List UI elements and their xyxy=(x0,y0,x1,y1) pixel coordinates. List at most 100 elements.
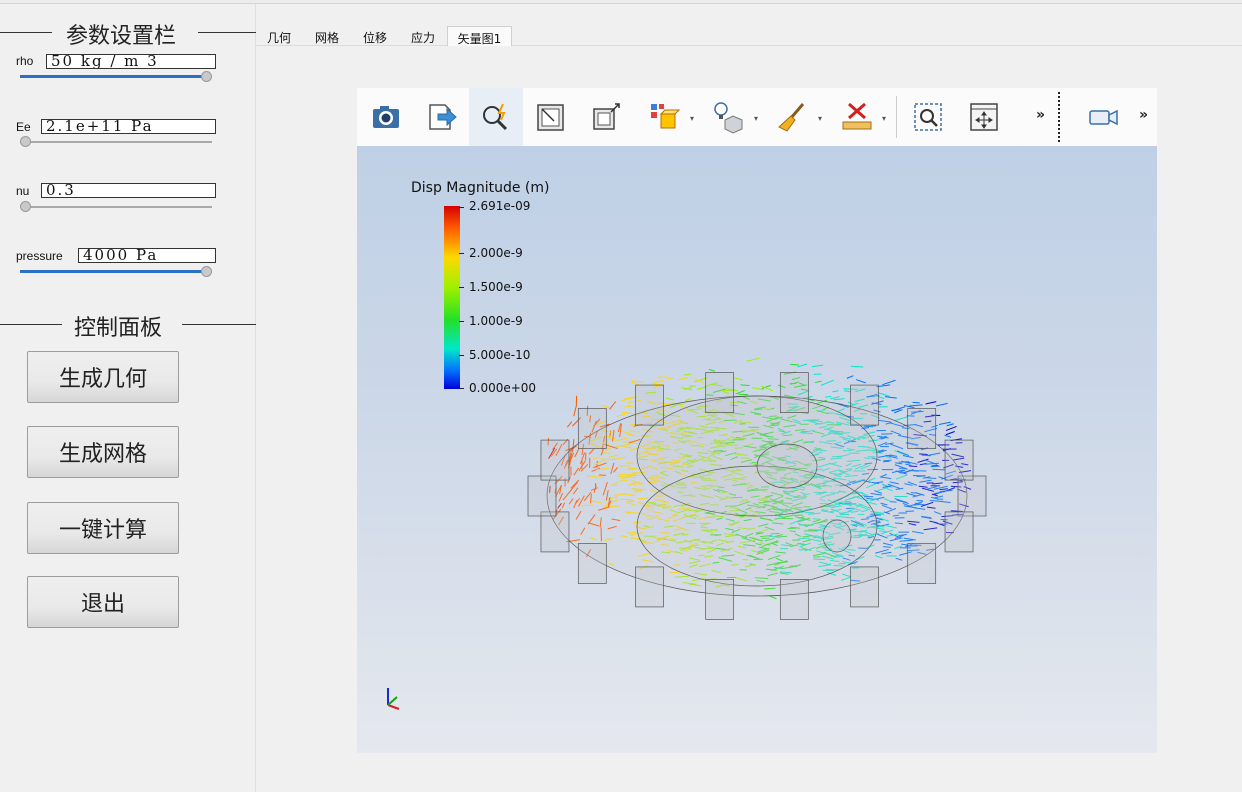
displacement-arrow xyxy=(769,595,777,600)
displacement-arrow xyxy=(708,368,716,372)
axes-orientation-icon xyxy=(387,688,400,710)
tab-mesh[interactable]: 网格 xyxy=(308,26,346,46)
param-label-nu: nu xyxy=(16,184,30,198)
param-field-pressure[interactable]: 4000 Pa xyxy=(78,248,216,263)
gear-tooth xyxy=(705,372,735,413)
light-icon[interactable] xyxy=(701,88,755,146)
tab-stress[interactable]: 应力 xyxy=(404,26,442,46)
gear-tooth xyxy=(540,439,570,481)
slider-fill xyxy=(20,75,206,78)
param-label-pressure: pressure xyxy=(16,249,63,263)
reset-view-icon[interactable] xyxy=(523,88,577,146)
slider-handle[interactable] xyxy=(20,201,31,212)
displacement-arrow xyxy=(746,357,760,362)
param-field-nu[interactable]: 0.3 xyxy=(41,183,216,198)
displacement-arrow xyxy=(631,380,644,383)
displacement-arrow xyxy=(884,396,897,399)
displacement-arrow xyxy=(946,423,954,427)
header-line-right xyxy=(198,32,256,33)
displacement-arrow xyxy=(925,401,937,405)
slider-rho[interactable] xyxy=(20,70,212,82)
displacement-arrow xyxy=(650,379,664,385)
tab-vector-plot[interactable]: 矢量图1 xyxy=(447,26,512,46)
slider-handle[interactable] xyxy=(201,266,212,277)
toolbar-separator xyxy=(896,96,897,138)
zoom-selection-icon[interactable] xyxy=(469,88,523,146)
displacement-arrow xyxy=(935,402,948,407)
gear-tooth xyxy=(957,475,987,517)
displacement-arrow xyxy=(677,376,689,381)
gear-tooth xyxy=(540,511,570,553)
displacement-arrow xyxy=(825,395,832,398)
gear-tooth xyxy=(779,579,809,620)
displacement-arrow xyxy=(855,379,866,384)
render-view: ▾ ▾ ▾ ▾ » » Disp Magnitude (m) 2.691e-09 xyxy=(357,88,1157,753)
tab-displacement[interactable]: 位移 xyxy=(356,26,394,46)
ruler-delete-icon[interactable] xyxy=(830,88,884,146)
view-toolbar: ▾ ▾ ▾ ▾ » » xyxy=(357,88,1157,146)
slider-nu[interactable] xyxy=(20,200,212,212)
chevron-down-icon[interactable]: ▾ xyxy=(754,114,758,123)
gear-tooth xyxy=(850,384,879,426)
colored-cube-icon[interactable] xyxy=(637,88,691,146)
generate-mesh-button[interactable]: 生成网格 xyxy=(27,426,179,478)
camera-record-icon[interactable] xyxy=(1076,88,1130,146)
displacement-arrow xyxy=(882,379,896,386)
one-click-compute-button[interactable]: 一键计算 xyxy=(27,502,179,554)
displacement-arrow xyxy=(684,398,692,402)
toggle-view-icon[interactable] xyxy=(579,88,633,146)
gear-outline xyxy=(756,443,818,489)
gear-outline xyxy=(822,519,852,553)
control-group-header: 控制面板 xyxy=(0,310,256,341)
displacement-arrow xyxy=(830,396,840,400)
displacement-arrow xyxy=(944,434,952,438)
gear-tooth xyxy=(635,566,664,608)
clear-brush-icon[interactable] xyxy=(765,88,819,146)
more-tools-button[interactable]: » xyxy=(1139,107,1148,123)
displacement-arrow xyxy=(667,377,674,379)
export-icon[interactable] xyxy=(415,88,469,146)
displacement-arrow xyxy=(812,364,824,368)
displacement-arrow xyxy=(894,416,908,422)
camera-icon[interactable] xyxy=(359,88,413,146)
displacement-arrow xyxy=(601,404,611,409)
displacement-arrow xyxy=(945,431,955,436)
generate-geometry-button[interactable]: 生成几何 xyxy=(27,351,179,403)
zoom-box-icon[interactable] xyxy=(901,88,955,146)
displacement-arrow xyxy=(566,421,573,428)
chevron-down-icon[interactable]: ▾ xyxy=(818,114,822,123)
gear-tooth xyxy=(577,408,607,449)
displacement-arrow xyxy=(833,398,845,401)
chevron-down-icon[interactable]: ▾ xyxy=(882,114,886,123)
gear-wireframe xyxy=(527,372,987,620)
displacement-arrow xyxy=(609,401,617,410)
more-tools-button[interactable]: » xyxy=(1036,107,1045,123)
slider-track xyxy=(20,141,212,143)
param-field-ee[interactable]: 2.1e+11 Pa xyxy=(41,119,216,134)
displacement-arrow xyxy=(938,421,951,425)
slider-pressure[interactable] xyxy=(20,265,212,277)
displacement-arrow xyxy=(622,411,633,414)
displacement-arrow xyxy=(912,401,920,404)
header-line-right xyxy=(182,324,256,325)
slider-ee[interactable] xyxy=(20,135,212,147)
3d-scene[interactable]: Disp Magnitude (m) 2.691e-09 2.000e-9 1.… xyxy=(357,146,1157,753)
fit-all-icon[interactable] xyxy=(957,88,1011,146)
displacement-arrow xyxy=(814,380,822,384)
chevron-down-icon[interactable]: ▾ xyxy=(690,114,694,123)
displacement-arrow xyxy=(846,375,854,379)
param-field-rho[interactable]: 50 kg / m 3 xyxy=(46,54,216,69)
displacement-arrow xyxy=(909,404,923,407)
exit-button[interactable]: 退出 xyxy=(27,576,179,628)
tab-geometry[interactable]: 几何 xyxy=(260,26,298,46)
slider-fill xyxy=(20,270,206,273)
slider-handle[interactable] xyxy=(201,71,212,82)
header-line-left xyxy=(0,32,52,33)
slider-handle[interactable] xyxy=(20,136,31,147)
param-label-rho: rho xyxy=(16,54,34,68)
gear-tooth xyxy=(577,543,607,584)
displacement-arrow xyxy=(740,384,750,386)
displacement-arrow xyxy=(683,373,691,376)
param-label-ee: Ee xyxy=(16,120,31,134)
gear-tooth xyxy=(944,511,974,553)
